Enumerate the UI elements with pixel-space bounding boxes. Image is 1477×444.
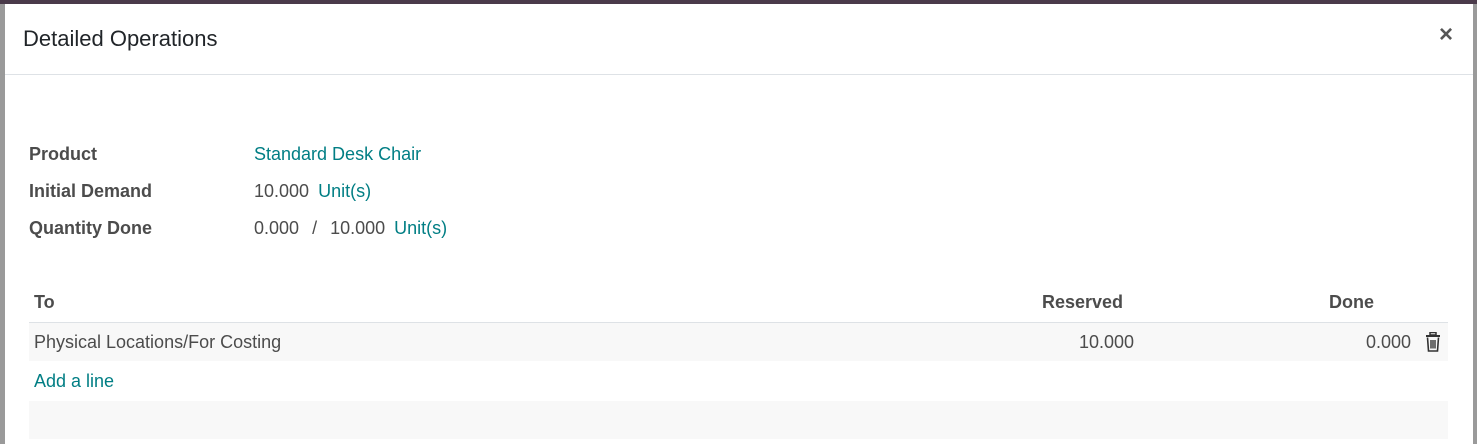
add-line-link[interactable]: Add a line [34, 371, 114, 392]
row-done-quantity[interactable]: 0.000 [1366, 332, 1411, 353]
column-header-done[interactable]: Done [1329, 292, 1374, 313]
table-header: To Reserved Done [29, 284, 1448, 323]
column-header-reserved[interactable]: Reserved [1042, 292, 1123, 313]
initial-demand-uom-link[interactable]: Unit(s) [318, 181, 371, 201]
background-overlay-right [1473, 4, 1477, 444]
quantity-separator: / [312, 218, 318, 238]
empty-table-row [29, 401, 1448, 439]
dialog-header: Detailed Operations × [5, 4, 1473, 75]
dialog-title: Detailed Operations [23, 26, 218, 51]
initial-demand-label: Initial Demand [29, 181, 153, 201]
quantity-done-label: Quantity Done [29, 218, 153, 238]
close-icon[interactable]: × [1435, 20, 1457, 50]
table-row[interactable]: Physical Locations/For Costing 10.000 0.… [29, 323, 1448, 361]
column-header-to[interactable]: To [34, 292, 55, 313]
row-reserved-quantity: 10.000 [1079, 332, 1135, 352]
trash-icon[interactable] [1425, 331, 1441, 352]
quantity-done-value[interactable]: 0.000 [254, 218, 299, 238]
product-link[interactable]: Standard Desk Chair [254, 144, 421, 164]
quantity-total-value: 10.000 [330, 218, 386, 238]
product-label: Product [29, 144, 98, 164]
detailed-operations-dialog: Detailed Operations × Product Standard D… [5, 4, 1473, 444]
quantity-done-uom-link[interactable]: Unit(s) [394, 218, 447, 238]
initial-demand-value: 10.000 [254, 181, 310, 201]
row-destination[interactable]: Physical Locations/For Costing [34, 332, 281, 353]
